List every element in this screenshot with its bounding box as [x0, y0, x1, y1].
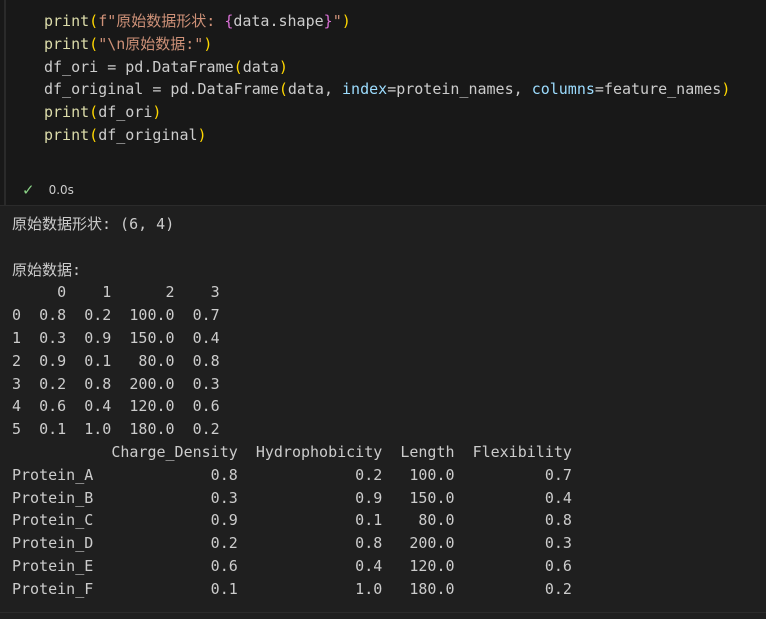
- code-token: print: [44, 103, 90, 122]
- execution-status: ✓ 0.0s: [22, 180, 74, 200]
- code-token: df_original = pd.: [44, 80, 198, 99]
- code-token: =protein_names,: [387, 80, 532, 99]
- output-line: Protein_C 0.9 0.1 80.0 0.8: [12, 511, 572, 530]
- code-token: ): [721, 80, 731, 99]
- code-token: print: [44, 12, 90, 30]
- code-token: =feature_names: [594, 80, 722, 99]
- code-token: (: [89, 12, 99, 30]
- output-line: 1 0.3 0.9 150.0 0.4: [12, 328, 220, 347]
- output-line: 原始数据形状: (6, 4): [12, 215, 175, 233]
- cell-output: 原始数据形状: (6, 4) 原始数据: 0 1 2 3 0 0.8 0.2 100…: [12, 213, 572, 601]
- code-line[interactable]: df_ori = pd.DataFrame(data): [44, 56, 730, 79]
- code-token: print: [44, 125, 90, 144]
- code-token: data: [242, 57, 279, 76]
- code-token: columns: [531, 80, 595, 99]
- code-token: (: [89, 103, 99, 122]
- code-line[interactable]: print(df_original): [44, 124, 730, 147]
- code-token: ): [203, 34, 213, 53]
- code-token: DataFrame: [197, 80, 279, 99]
- code-line[interactable]: print("\n原始数据:"): [44, 33, 730, 56]
- code-line[interactable]: print(df_ori): [44, 101, 730, 124]
- code-token: {: [224, 12, 234, 30]
- output-line: 4 0.6 0.4 120.0 0.6: [12, 397, 220, 416]
- code-token: df_ori: [98, 103, 153, 122]
- code-token: print: [44, 34, 90, 53]
- code-token: (: [278, 80, 288, 99]
- code-cell[interactable]: print(f"原始数据形状: {data.shape}") print("\n原…: [0, 0, 766, 206]
- code-token: ): [197, 125, 207, 144]
- output-line: 3 0.2 0.8 200.0 0.3: [12, 374, 220, 393]
- output-line: Protein_D 0.2 0.8 200.0 0.3: [12, 534, 572, 553]
- code-token: DataFrame: [152, 57, 234, 76]
- code-token: "\n原始数据:": [98, 34, 204, 53]
- output-line: 5 0.1 1.0 180.0 0.2: [12, 420, 220, 439]
- output-line: 2 0.9 0.1 80.0 0.8: [12, 351, 220, 370]
- code-token: data.shape: [233, 12, 324, 30]
- code-token: (: [89, 125, 99, 144]
- code-token: (: [233, 57, 243, 76]
- code-token: f"原始数据形状:: [98, 12, 225, 30]
- output-line: 0 0.8 0.2 100.0 0.7: [12, 306, 220, 325]
- code-token: (: [89, 34, 99, 53]
- output-line: 原始数据:: [12, 260, 82, 279]
- code-line[interactable]: print(f"原始数据形状: {data.shape}"): [44, 10, 730, 33]
- code-token: }: [323, 12, 333, 30]
- code-token: ): [278, 57, 288, 76]
- code-editor[interactable]: print(f"原始数据形状: {data.shape}") print("\n原…: [44, 10, 730, 147]
- output-line: Protein_A 0.8 0.2 100.0 0.7: [12, 465, 572, 484]
- code-token: df_ori = pd.: [44, 57, 153, 76]
- cell-gutter: [4, 0, 6, 205]
- output-line: Protein_F 0.1 1.0 180.0 0.2: [12, 579, 572, 598]
- code-token: ": [332, 12, 342, 30]
- output-line: Protein_E 0.6 0.4 120.0 0.6: [12, 556, 572, 575]
- code-token: df_original: [98, 125, 198, 144]
- output-line: Charge_Density Hydrophobicity Length Fle…: [12, 442, 572, 461]
- output-line: 0 1 2 3: [12, 283, 220, 302]
- execution-duration: 0.0s: [48, 183, 74, 197]
- code-token: data,: [287, 80, 343, 99]
- code-token: ): [152, 103, 162, 122]
- code-token: index: [342, 80, 388, 99]
- output-line: Protein_B 0.3 0.9 150.0 0.4: [12, 488, 572, 507]
- code-line[interactable]: df_original = pd.DataFrame(data, index=p…: [44, 78, 730, 101]
- code-token: ): [341, 12, 351, 30]
- check-icon: ✓: [22, 181, 35, 199]
